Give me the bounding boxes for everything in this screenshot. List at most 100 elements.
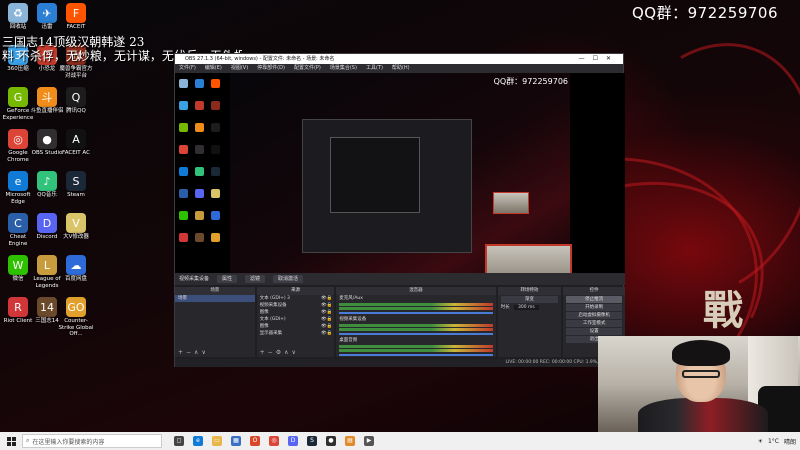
- obs-menu-item[interactable]: 文件(F): [179, 64, 196, 73]
- volume-slider[interactable]: [339, 354, 493, 356]
- preview-edge-icon: [179, 167, 188, 176]
- obs-menu-item[interactable]: 视图(V): [231, 64, 248, 73]
- visibility-lock-icon[interactable]: 👁🔒: [321, 316, 334, 323]
- nested-webcam: [493, 192, 529, 214]
- duration-value[interactable]: 300 ms: [514, 305, 539, 310]
- obs-statusbar: LIVE: 00:00:00 REC: 00:00:00 CPU: 1.9%, …: [175, 359, 625, 367]
- weather-label[interactable]: 晴朗: [784, 437, 796, 446]
- preview-canvas: QQ群：972259706: [230, 73, 570, 273]
- control-button[interactable]: 启动虚拟摄像机: [566, 312, 623, 319]
- controls-header: 控件: [563, 287, 626, 295]
- desktop-icon-label: 腾讯QQ: [66, 108, 86, 114]
- volume-slider[interactable]: [339, 312, 493, 314]
- control-button[interactable]: 设置: [566, 328, 623, 335]
- source-label: 显示器采集: [259, 331, 283, 336]
- visibility-lock-icon[interactable]: 👁🔒: [321, 302, 334, 309]
- visibility-lock-icon[interactable]: 👁🔒: [321, 295, 334, 302]
- transition-type-select[interactable]: 渐变: [500, 296, 559, 303]
- desktop-icon-qq-music[interactable]: Q 腾讯QQ: [58, 84, 94, 115]
- taskbar-office-icon[interactable]: O: [250, 436, 260, 446]
- visibility-lock-icon[interactable]: 👁🔒: [321, 309, 334, 316]
- preview-qq-music2-icon: [195, 167, 204, 176]
- preview-daxiang-icon: [211, 189, 220, 198]
- preview-chrome-icon: [179, 145, 188, 154]
- deactivate-button[interactable]: 取消激活: [273, 275, 304, 283]
- source-item[interactable]: 图像 👁🔒: [257, 323, 335, 330]
- window-controls[interactable]: —☐✕: [579, 54, 619, 64]
- desktop-icon-csgo[interactable]: GO Counter-Strike Global Off...: [58, 294, 94, 338]
- taskbar-steam-icon[interactable]: S: [307, 436, 317, 446]
- control-button[interactable]: 工作室模式: [566, 320, 623, 327]
- obs-menu-item[interactable]: 配置文件(P): [294, 64, 321, 73]
- weather-icon[interactable]: ☀: [758, 438, 763, 445]
- taskbar-edge-icon[interactable]: e: [193, 436, 203, 446]
- scenes-footer-buttons[interactable]: +−∧∨: [178, 349, 209, 356]
- system-tray: ☀ 1°C 晴朗: [758, 432, 796, 450]
- source-toolbar: 视频采集设备 属性 滤镜 取消激活: [175, 273, 625, 285]
- taskbar-obs-icon[interactable]: ●: [326, 436, 336, 446]
- faceit-ac-icon: A: [66, 129, 86, 149]
- filters-button[interactable]: 滤镜: [245, 275, 266, 283]
- scene-item[interactable]: 场景: [175, 295, 255, 302]
- visibility-lock-icon[interactable]: 👁🔒: [321, 323, 334, 330]
- source-item[interactable]: 视频采集设备 👁🔒: [257, 302, 335, 309]
- taskbar-vlc-icon[interactable]: ▶: [364, 436, 374, 446]
- desktop-icon-baidu-netdisk[interactable]: ☁ 百度网盘: [58, 252, 94, 283]
- steam-icon: S: [66, 171, 86, 191]
- sources-footer-buttons[interactable]: +−⚙∧∨: [260, 349, 299, 356]
- windows-logo-icon: [6, 436, 16, 446]
- obs-preview[interactable]: QQ群：972259706: [175, 73, 625, 273]
- qq-music2-icon: ♪: [37, 171, 57, 191]
- obs-menu-item[interactable]: 工具(T): [366, 64, 383, 73]
- taskbar-discord-icon[interactable]: D: [288, 436, 298, 446]
- faceit-icon: F: [66, 3, 86, 23]
- taskbar-store-icon[interactable]: ▦: [231, 436, 241, 446]
- obs-icon: ●: [37, 129, 57, 149]
- source-item[interactable]: 文本 (GDI+) 3 👁🔒: [257, 295, 335, 302]
- control-button[interactable]: 开始录制: [566, 304, 623, 311]
- weather-temp[interactable]: 1°C: [768, 438, 779, 445]
- preview-xunlei-icon: [195, 79, 204, 88]
- preview-steam-icon: [211, 167, 220, 176]
- desktop-icon-faceit-ac[interactable]: A FACEIT AC: [58, 126, 94, 157]
- desktop-icon-daxiang[interactable]: V 大V修改器: [58, 210, 94, 241]
- obs-menu-item[interactable]: 停靠部件(D): [257, 64, 285, 73]
- obs-menu-item[interactable]: 帮助(H): [392, 64, 410, 73]
- source-label: 文本 (GDI+): [259, 317, 286, 322]
- obs-menubar: 文件(F) 编辑(E) 视图(V) 停靠部件(D) 配置文件(P) 场景集合(S) 工具(T…: [175, 64, 623, 73]
- webcam-overlay: [598, 336, 800, 432]
- mixer-header: 混音器: [336, 287, 496, 295]
- audio-meter: [339, 328, 493, 331]
- preview-douyu-icon: [195, 123, 204, 132]
- obs-window[interactable]: OBS 27.1.3 (64-bit, windows) - 配置文件: 未命名…: [174, 53, 626, 367]
- visibility-lock-icon[interactable]: 👁🔒: [321, 330, 334, 337]
- lol-icon: L: [37, 255, 57, 275]
- source-item[interactable]: 显示器采集 👁🔒: [257, 330, 335, 337]
- taskbar-search[interactable]: ⌕ 在这里输入你要搜索的内容: [22, 434, 162, 448]
- desktop-icon-faceit[interactable]: F FACEIT: [58, 0, 94, 31]
- preview-webcam: [485, 244, 572, 273]
- taskbar-task-view-icon[interactable]: ◻: [174, 436, 184, 446]
- source-item[interactable]: 图像 👁🔒: [257, 309, 335, 316]
- obs-menu-item[interactable]: 编辑(E): [205, 64, 222, 73]
- preview-cheat-engine-icon: [179, 189, 188, 198]
- transitions-dock: 转场特效 渐变 时长 300 ms: [497, 287, 562, 357]
- preview-xiaoyi-icon: [195, 101, 204, 110]
- desktop-icon-steam[interactable]: S Steam: [58, 168, 94, 199]
- start-button[interactable]: [0, 432, 22, 450]
- preview-mota-icon: [211, 101, 220, 110]
- qq-group-watermark: QQ群：972259706: [632, 4, 779, 22]
- volume-slider[interactable]: [339, 333, 493, 335]
- preview-qq-music-icon: [211, 123, 220, 132]
- taskbar-file-icon[interactable]: ▤: [345, 436, 355, 446]
- taskbar-explorer-icon[interactable]: ▭: [212, 436, 222, 446]
- sources-dock: 来源 文本 (GDI+) 3 👁🔒 视频采集设备 👁🔒 图像 👁🔒 文本 (GDI+)…: [256, 287, 335, 357]
- obs-title: OBS 27.1.3 (64-bit, windows) - 配置文件: 未命名…: [185, 56, 335, 62]
- obs-titlebar[interactable]: OBS 27.1.3 (64-bit, windows) - 配置文件: 未命名…: [175, 54, 623, 64]
- obs-menu-item[interactable]: 场景集合(S): [330, 64, 357, 73]
- taskbar-chrome-icon[interactable]: ◎: [269, 436, 279, 446]
- source-item[interactable]: 文本 (GDI+) 👁🔒: [257, 316, 335, 323]
- control-button[interactable]: 停止推流: [566, 296, 623, 303]
- cheat-engine-icon: C: [8, 213, 28, 233]
- properties-button[interactable]: 属性: [217, 275, 238, 283]
